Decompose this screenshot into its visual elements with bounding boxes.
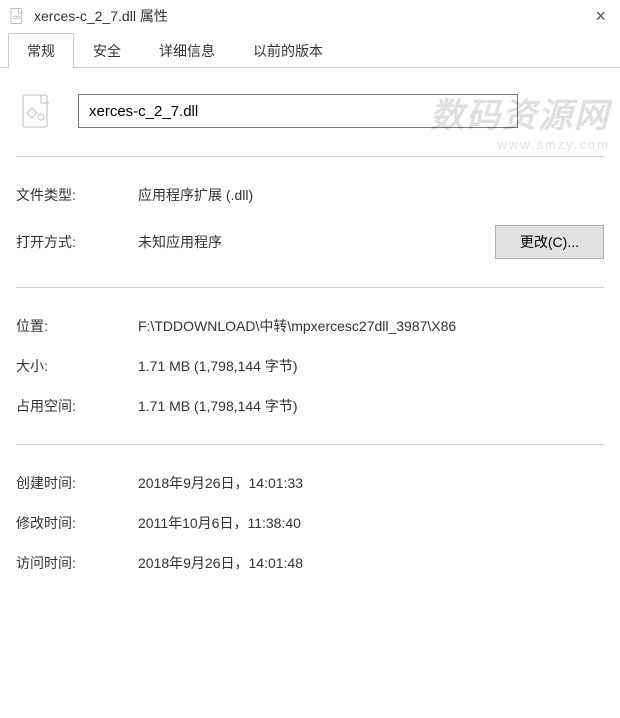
row-size: 大小: 1.71 MB (1,798,144 字节) [16,346,604,386]
section-dates: 创建时间: 2018年9月26日，14:01:33 修改时间: 2011年10月… [14,445,606,601]
label-size-on-disk: 占用空间: [16,396,138,416]
tab-general[interactable]: 常规 [8,33,74,68]
row-size-on-disk: 占用空间: 1.71 MB (1,798,144 字节) [16,386,604,426]
file-header-row [14,86,606,156]
gear-file-icon [16,90,58,132]
window-title: xerces-c_2_7.dll 属性 [34,6,168,26]
row-opens-with: 打开方式: 未知应用程序 更改(C)... [16,215,604,269]
label-modified: 修改时间: [16,513,138,533]
row-modified: 修改时间: 2011年10月6日，11:38:40 [16,503,604,543]
row-file-type: 文件类型: 应用程序扩展 (.dll) [16,175,604,215]
content-panel: 文件类型: 应用程序扩展 (.dll) 打开方式: 未知应用程序 更改(C)..… [0,68,620,601]
label-accessed: 访问时间: [16,553,138,573]
value-file-type: 应用程序扩展 (.dll) [138,185,604,205]
value-size: 1.71 MB (1,798,144 字节) [138,356,604,376]
value-accessed: 2018年9月26日，14:01:48 [138,553,604,573]
value-opens-with: 未知应用程序 [138,232,495,252]
value-modified: 2011年10月6日，11:38:40 [138,513,604,533]
row-created: 创建时间: 2018年9月26日，14:01:33 [16,463,604,503]
value-created: 2018年9月26日，14:01:33 [138,473,604,493]
close-icon[interactable]: × [591,6,610,27]
row-accessed: 访问时间: 2018年9月26日，14:01:48 [16,543,604,583]
tab-security[interactable]: 安全 [74,33,140,68]
label-created: 创建时间: [16,473,138,493]
row-location: 位置: F:\TDDOWNLOAD\中转\mpxercesc27dll_3987… [16,306,604,346]
filename-input[interactable] [78,94,518,128]
tab-strip: 常规 安全 详细信息 以前的版本 [0,34,620,68]
section-size: 位置: F:\TDDOWNLOAD\中转\mpxercesc27dll_3987… [14,288,606,444]
label-file-type: 文件类型: [16,185,138,205]
label-opens-with: 打开方式: [16,232,138,252]
value-location: F:\TDDOWNLOAD\中转\mpxercesc27dll_3987\X86 [138,316,604,336]
tab-details[interactable]: 详细信息 [140,33,234,68]
section-type: 文件类型: 应用程序扩展 (.dll) 打开方式: 未知应用程序 更改(C)..… [14,157,606,287]
tab-previous-versions[interactable]: 以前的版本 [234,33,342,68]
label-size: 大小: [16,356,138,376]
change-button[interactable]: 更改(C)... [495,225,604,259]
file-type-icon [8,7,26,25]
titlebar: xerces-c_2_7.dll 属性 × [0,0,620,34]
label-location: 位置: [16,316,138,336]
value-size-on-disk: 1.71 MB (1,798,144 字节) [138,396,604,416]
